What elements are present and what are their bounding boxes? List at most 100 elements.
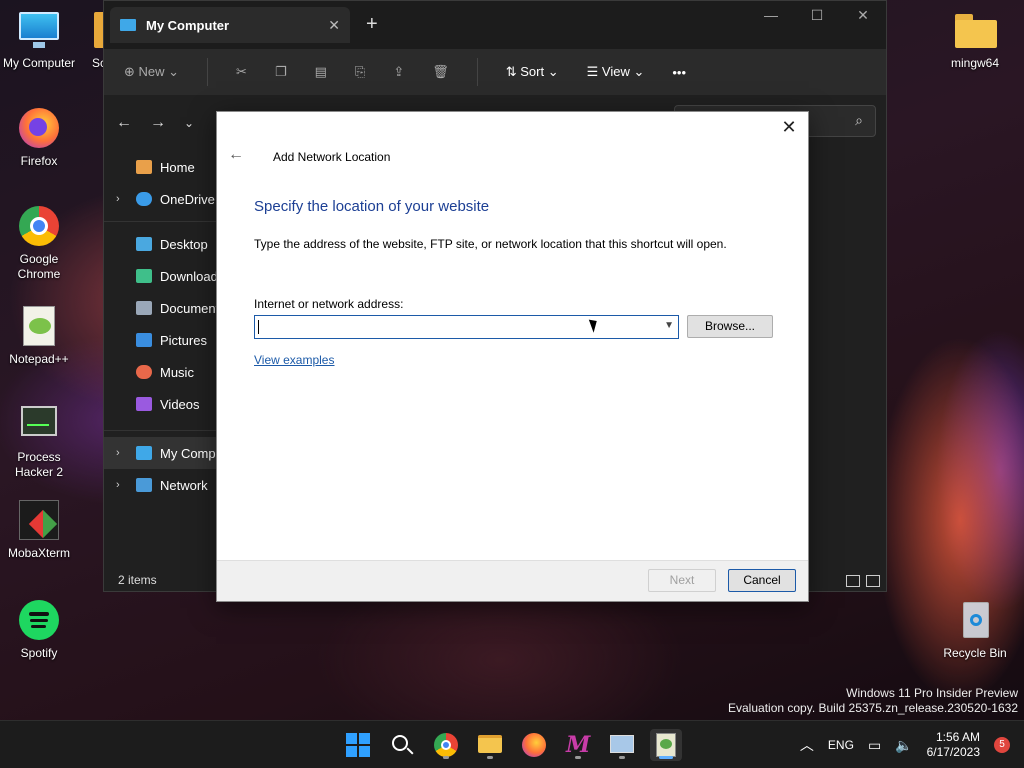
view-toggle [846, 575, 880, 587]
paste-icon[interactable]: ▤ [315, 64, 327, 80]
chevron-right-icon[interactable]: › [116, 193, 120, 205]
volume-icon[interactable]: 🔈 [895, 737, 912, 754]
desktop-icon-label: mingw64 [950, 56, 1000, 70]
clock[interactable]: 1:56 AM 6/17/2023 [927, 730, 980, 760]
taskbar-chrome[interactable] [430, 729, 462, 761]
forward-icon[interactable]: → [150, 114, 166, 132]
music-icon [136, 365, 152, 379]
nav-item-downloads[interactable]: Downloads [104, 260, 216, 292]
folder-icon [953, 8, 997, 52]
copy-icon[interactable]: ❐ [275, 64, 287, 80]
show-hidden-icons-icon[interactable]: ︿ [800, 735, 814, 755]
search-handle [406, 747, 414, 755]
tiles-view-icon[interactable] [866, 575, 880, 587]
cut-icon[interactable]: ✂ [236, 64, 247, 80]
videos-icon [136, 397, 152, 411]
view-examples-link[interactable]: View examples [254, 353, 334, 367]
running-indicator [487, 756, 493, 759]
taskbar-process-hacker[interactable] [606, 729, 638, 761]
running-indicator [619, 756, 625, 759]
start-button[interactable] [342, 729, 374, 761]
cloud-icon [136, 192, 152, 206]
chevron-right-icon[interactable]: › [116, 479, 120, 491]
delete-icon[interactable]: 🗑 [432, 64, 449, 80]
nav-item-home[interactable]: Home [104, 151, 216, 183]
close-icon[interactable]: ✕ [776, 116, 802, 138]
nav-item-desktop[interactable]: Desktop [104, 228, 216, 260]
tab-bar: My Computer ✕ + — ☐ ✕ [104, 1, 886, 49]
nav-item-documents[interactable]: Documents [104, 292, 216, 324]
notification-badge[interactable]: 5 [994, 737, 1010, 753]
desktop-icon-firefox[interactable]: Firefox [0, 106, 78, 169]
desktop-icon-chrome[interactable]: Google Chrome [0, 204, 78, 282]
sort-button[interactable]: ⇅ Sort ⌄ [506, 64, 559, 80]
nav-item-label: Home [160, 159, 195, 175]
taskbar-file-explorer[interactable] [474, 729, 506, 761]
close-window-icon[interactable]: ✕ [840, 7, 886, 31]
new-button[interactable]: ⊕ New ⌄ [124, 64, 179, 80]
nav-item-music[interactable]: Music [104, 356, 216, 388]
desktop-icon-mingw64[interactable]: mingw64 [936, 8, 1014, 71]
new-tab-icon[interactable]: + [366, 13, 378, 36]
close-tab-icon[interactable]: ✕ [328, 17, 340, 34]
nav-item-my-computer[interactable]: › My Computer [104, 437, 216, 469]
desktop-icon-label: MobaXterm [7, 546, 71, 560]
rename-icon[interactable]: ⎘ [355, 64, 365, 80]
back-icon[interactable]: ← [116, 114, 132, 132]
divider [104, 221, 216, 222]
monitor-icon [17, 8, 61, 52]
taskbar-firefox[interactable] [518, 729, 550, 761]
chrome-center [441, 740, 451, 750]
monitor-icon [136, 446, 152, 460]
view-button[interactable]: ☰ View ⌄ [587, 64, 645, 80]
desktop-icon-my-computer[interactable]: My Computer [0, 8, 78, 71]
share-icon[interactable]: ⇪ [393, 64, 404, 80]
language-indicator[interactable]: ENG [828, 738, 854, 752]
browse-button[interactable]: Browse... [687, 315, 773, 338]
divider [207, 58, 209, 86]
taskbar-mobaxterm[interactable]: M [562, 729, 594, 761]
maximize-icon[interactable]: ☐ [794, 7, 840, 31]
clock-time: 1:56 AM [935, 730, 980, 744]
desktop-icon-process-hacker[interactable]: Process Hacker 2 [0, 402, 78, 480]
nav-item-onedrive[interactable]: › OneDrive [104, 183, 216, 215]
desktop-icon-label: Spotify [20, 646, 58, 660]
notepadpp-icon [17, 304, 61, 348]
pictures-icon [136, 333, 152, 347]
nav-item-label: Network [160, 477, 208, 493]
desktop-icon-label: Recycle Bin [943, 646, 1007, 660]
search-button[interactable] [386, 729, 418, 761]
nav-item-pictures[interactable]: Pictures [104, 324, 216, 356]
tab-my-computer[interactable]: My Computer ✕ [110, 7, 350, 43]
nav-item-label: Downloads [160, 268, 216, 284]
desktop-icon-recycle-bin[interactable]: Recycle Bin [936, 598, 1014, 661]
network-status-icon[interactable]: ▭ [868, 737, 881, 754]
windows-logo-icon [346, 733, 370, 757]
new-label: New [138, 64, 165, 79]
recent-locations-icon[interactable]: ⌄ [184, 116, 194, 130]
minimize-icon[interactable]: — [748, 7, 794, 31]
desktop-icon-label: Notepad++ [9, 352, 69, 366]
address-combobox[interactable]: ▼ [254, 315, 679, 339]
desktop-icon-notepadpp[interactable]: Notepad++ [0, 304, 78, 367]
nav-item-videos[interactable]: Videos [104, 388, 216, 420]
next-button[interactable]: Next [648, 569, 716, 592]
running-indicator [443, 756, 449, 759]
chevron-down-icon[interactable]: ▼ [664, 320, 674, 331]
nav-item-label: Documents [160, 300, 216, 316]
dialog-description: Type the address of the website, FTP sit… [254, 237, 727, 251]
chevron-right-icon[interactable]: › [116, 447, 120, 459]
nav-item-network[interactable]: › Network [104, 469, 216, 501]
desktop-icon-mobaxterm[interactable]: MobaXterm [0, 498, 78, 561]
more-options-icon[interactable]: ••• [672, 65, 686, 80]
nav-item-label: Music [160, 364, 194, 380]
desktop-icon-label: Google Chrome [17, 252, 61, 281]
taskbar-control-panel[interactable] [650, 729, 682, 761]
details-view-icon[interactable] [846, 575, 860, 587]
back-arrow-icon[interactable]: ← [223, 146, 249, 168]
desktop-icon-spotify[interactable]: Spotify [0, 598, 78, 661]
taskbar: M ︿ ENG ▭ 🔈 1:56 AM 6/17/2023 5 [0, 720, 1024, 768]
view-label: View [601, 64, 630, 79]
cancel-button[interactable]: Cancel [728, 569, 796, 592]
item-count: 2 items [118, 573, 157, 587]
